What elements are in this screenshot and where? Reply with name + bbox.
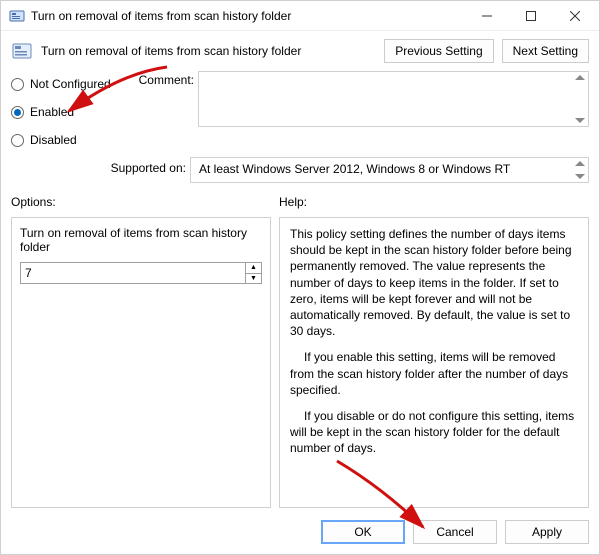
help-text-box: This policy setting defines the number o… (279, 217, 589, 508)
header-row: Turn on removal of items from scan histo… (1, 31, 599, 71)
days-spinner: ▲ ▼ (20, 262, 262, 284)
comment-column: Comment: (134, 71, 589, 149)
policy-icon (9, 8, 25, 24)
maximize-button[interactable] (509, 2, 553, 30)
ok-button[interactable]: OK (321, 520, 405, 544)
policy-icon (11, 40, 33, 62)
radio-enabled[interactable]: Enabled (11, 103, 126, 121)
help-pane: Help: This policy setting defines the nu… (279, 195, 589, 508)
titlebar: Turn on removal of items from scan histo… (1, 1, 599, 31)
split-panes: Options: Turn on removal of items from s… (1, 189, 599, 512)
supported-label: Supported on: (11, 157, 186, 175)
spinner-up-button[interactable]: ▲ (246, 263, 261, 274)
config-row: Not Configured Enabled Disabled Comment: (1, 71, 599, 153)
radio-label: Not Configured (30, 77, 111, 91)
radio-icon (11, 78, 24, 91)
apply-button[interactable]: Apply (505, 520, 589, 544)
supported-value-box: At least Windows Server 2012, Windows 8 … (190, 157, 589, 183)
policy-title: Turn on removal of items from scan histo… (41, 44, 301, 58)
help-paragraph: If you disable or do not configure this … (290, 408, 578, 457)
scroll-down-icon[interactable] (575, 118, 585, 123)
scroll-up-icon[interactable] (575, 161, 585, 166)
options-box: Turn on removal of items from scan histo… (11, 217, 271, 508)
previous-setting-button[interactable]: Previous Setting (384, 39, 493, 63)
radio-icon (11, 106, 24, 119)
spinner-down-button[interactable]: ▼ (246, 274, 261, 284)
minimize-icon (482, 11, 492, 21)
scroll-up-icon[interactable] (575, 75, 585, 80)
supported-value: At least Windows Server 2012, Windows 8 … (199, 162, 510, 176)
options-header: Options: (11, 195, 271, 213)
radio-icon (11, 134, 24, 147)
help-paragraph: If you enable this setting, items will b… (290, 349, 578, 398)
option-setting-label: Turn on removal of items from scan histo… (20, 226, 262, 254)
next-setting-button[interactable]: Next Setting (502, 39, 589, 63)
footer: OK Cancel Apply (1, 512, 599, 554)
radio-not-configured[interactable]: Not Configured (11, 75, 126, 93)
help-header: Help: (279, 195, 589, 213)
spinner-buttons: ▲ ▼ (246, 262, 262, 284)
options-pane: Options: Turn on removal of items from s… (11, 195, 271, 508)
close-button[interactable] (553, 2, 597, 30)
scroll-down-icon[interactable] (575, 174, 585, 179)
policy-editor-window: Turn on removal of items from scan histo… (0, 0, 600, 555)
window-title: Turn on removal of items from scan histo… (31, 9, 291, 23)
close-icon (570, 11, 580, 21)
comment-textarea[interactable] (198, 71, 589, 127)
days-input[interactable] (20, 262, 246, 284)
radio-disabled[interactable]: Disabled (11, 131, 126, 149)
radio-label: Enabled (30, 105, 74, 119)
help-paragraph: This policy setting defines the number o… (290, 226, 578, 339)
maximize-icon (526, 11, 536, 21)
comment-label: Comment: (134, 71, 194, 87)
minimize-button[interactable] (465, 2, 509, 30)
state-radio-group: Not Configured Enabled Disabled (11, 71, 126, 149)
supported-row: Supported on: At least Windows Server 20… (1, 153, 599, 189)
cancel-button[interactable]: Cancel (413, 520, 497, 544)
radio-label: Disabled (30, 133, 77, 147)
